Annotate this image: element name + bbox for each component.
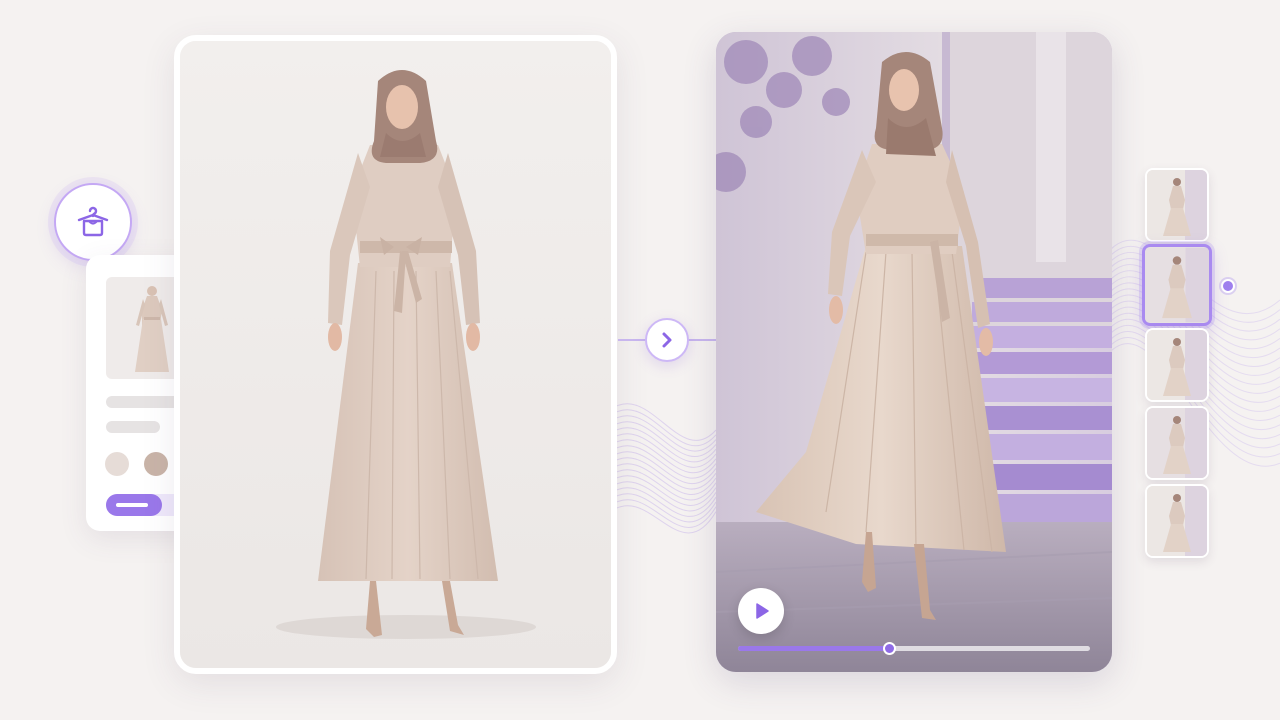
- thumbnail-frame-image: [1145, 247, 1209, 323]
- thumbnail-frame-image: [1147, 486, 1207, 556]
- model-walking-video-frame: [716, 32, 1112, 672]
- thumbnail-frame-image: [1147, 170, 1207, 240]
- play-icon: [756, 603, 769, 619]
- progress-fill: [738, 646, 890, 651]
- color-swatch-light-beige[interactable]: [105, 452, 129, 476]
- wave-line: [609, 475, 717, 506]
- thumbnail-frame-image: [1147, 330, 1207, 400]
- product-price-placeholder: [106, 421, 160, 433]
- video-thumbnail[interactable]: [1145, 484, 1209, 558]
- model-studio-photo: [180, 41, 611, 668]
- video-progress-bar[interactable]: [738, 642, 1090, 655]
- timeline-marker-dot: [1221, 279, 1235, 293]
- video-thumbnail-selected[interactable]: [1142, 244, 1212, 326]
- video-thumbnail[interactable]: [1145, 168, 1209, 242]
- hanger-shirt-icon: [77, 206, 109, 237]
- video-thumbnail[interactable]: [1145, 328, 1209, 402]
- color-swatch-mocha[interactable]: [144, 452, 168, 476]
- clothing-hanger-badge[interactable]: [54, 183, 132, 261]
- video-thumbnail[interactable]: [1145, 406, 1209, 480]
- primary-action-pill: [106, 494, 162, 516]
- video-preview-panel[interactable]: [716, 32, 1112, 672]
- wave-line: [609, 469, 717, 501]
- wave-line: [609, 487, 717, 517]
- button-label-placeholder: [116, 503, 148, 507]
- generate-video-arrow-button[interactable]: [645, 318, 689, 362]
- thumbnail-frame-image: [1147, 408, 1207, 478]
- studio-photo-panel: [174, 35, 617, 674]
- wave-line: [609, 457, 717, 490]
- wave-line: [609, 463, 717, 495]
- chevron-right-icon: [662, 332, 672, 348]
- play-button[interactable]: [738, 588, 784, 634]
- wave-line: [609, 481, 717, 512]
- wave-line: [609, 451, 717, 484]
